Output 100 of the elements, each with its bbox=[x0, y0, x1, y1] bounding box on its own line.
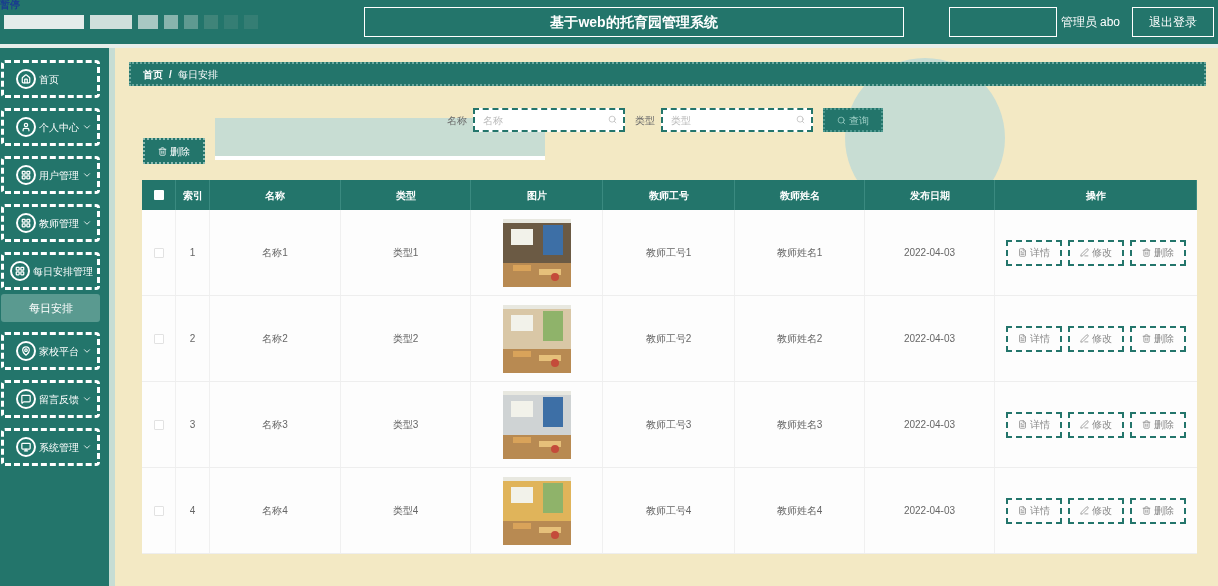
search-field[interactable]: 名称 bbox=[473, 108, 625, 132]
trash-icon bbox=[158, 146, 167, 156]
search-icon bbox=[796, 115, 805, 124]
chevron-icon bbox=[82, 218, 92, 228]
document-icon bbox=[1018, 248, 1027, 257]
row-checkbox[interactable] bbox=[153, 247, 164, 258]
menu-icon bbox=[16, 389, 36, 409]
breadcrumb-separator: / bbox=[169, 67, 172, 82]
trash-icon bbox=[1142, 248, 1151, 257]
row-checkbox[interactable] bbox=[153, 419, 164, 430]
sidebar-subitem[interactable]: 每日安排 bbox=[1, 294, 100, 322]
table-cell-text: 教师姓名3 bbox=[776, 418, 823, 432]
delete-button[interactable]: 删除 bbox=[143, 138, 205, 164]
table-cell-text: 2 bbox=[189, 332, 196, 346]
table-cell-text: 名称4 bbox=[262, 504, 288, 518]
action-button[interactable]: 详情 bbox=[1006, 411, 1062, 438]
table-cell-text: 教师姓名2 bbox=[776, 332, 823, 346]
row-checkbox[interactable] bbox=[153, 333, 164, 344]
breadcrumb-link[interactable]: 首页 bbox=[143, 66, 163, 82]
chevron-icon bbox=[82, 442, 92, 452]
breadcrumb-link[interactable]: 每日安排 bbox=[177, 66, 218, 82]
action-button[interactable]: 修改 bbox=[1068, 411, 1124, 438]
trash-icon bbox=[1142, 506, 1151, 515]
action-button[interactable]: 删除 bbox=[1130, 497, 1186, 524]
bar-placeholder bbox=[138, 15, 158, 29]
menu-icon bbox=[16, 69, 36, 89]
menu-icon bbox=[16, 341, 36, 361]
logout-button[interactable]: 退出登录 bbox=[1132, 7, 1214, 37]
user-label: 管理员 abo bbox=[1060, 14, 1120, 31]
table-cell-text: 名称2 bbox=[262, 332, 288, 346]
table-cell-text: 2022-04-03 bbox=[903, 418, 956, 432]
pen-icon bbox=[1080, 506, 1089, 515]
chevron-icon bbox=[82, 394, 92, 404]
trash-icon bbox=[1142, 420, 1151, 429]
action-button[interactable]: 删除 bbox=[1130, 411, 1186, 438]
sidebar-item[interactable]: 用户管理 bbox=[1, 156, 100, 194]
table-cell-text: 2022-04-03 bbox=[903, 504, 956, 518]
sidebar-item[interactable]: 首页 bbox=[1, 60, 100, 98]
chevron-icon bbox=[82, 122, 92, 132]
action-button[interactable]: 删除 bbox=[1130, 325, 1186, 352]
table-cell-text: 1 bbox=[189, 246, 196, 260]
menu-icon bbox=[16, 117, 36, 137]
document-icon bbox=[1018, 506, 1027, 515]
action-button[interactable]: 修改 bbox=[1068, 497, 1124, 524]
column-header: 教师工号 bbox=[603, 180, 735, 210]
bar-placeholder bbox=[90, 15, 132, 29]
chevron-icon bbox=[82, 346, 92, 356]
field-label: 名称 bbox=[447, 113, 467, 128]
bar-placeholder bbox=[164, 15, 178, 29]
table-cell-text: 教师姓名1 bbox=[776, 246, 823, 260]
menu-icon bbox=[16, 437, 36, 457]
action-button[interactable]: 详情 bbox=[1006, 325, 1062, 352]
table-cell-text: 类型1 bbox=[392, 246, 419, 260]
table-cell-text: 教师工号2 bbox=[645, 332, 692, 346]
field-label: 类型 bbox=[635, 113, 655, 128]
table-cell-text: 类型2 bbox=[392, 332, 419, 346]
menu-icon bbox=[10, 261, 30, 281]
sidebar-item[interactable]: 家校平台 bbox=[1, 332, 100, 370]
table-cell-text: 教师工号1 bbox=[645, 246, 692, 260]
action-button[interactable]: 详情 bbox=[1006, 497, 1062, 524]
action-button[interactable]: 修改 bbox=[1068, 325, 1124, 352]
sidebar-item[interactable]: 个人中心 bbox=[1, 108, 100, 146]
column-header: 类型 bbox=[341, 180, 471, 210]
chevron-icon bbox=[82, 170, 92, 180]
table-cell-text: 3 bbox=[189, 418, 196, 432]
document-icon bbox=[1018, 334, 1027, 343]
sidebar-item[interactable]: 教师管理 bbox=[1, 204, 100, 242]
column-header: 操作 bbox=[995, 180, 1197, 210]
trash-icon bbox=[1142, 334, 1151, 343]
action-button[interactable]: 删除 bbox=[1130, 239, 1186, 266]
table-cell-text: 名称3 bbox=[262, 418, 288, 432]
table-cell-text: 2022-04-03 bbox=[903, 246, 956, 260]
table-cell-text: 4 bbox=[189, 504, 196, 518]
table-cell-text: 类型3 bbox=[392, 418, 419, 432]
document-icon bbox=[1018, 420, 1027, 429]
pen-icon bbox=[1080, 420, 1089, 429]
action-button[interactable]: 详情 bbox=[1006, 239, 1062, 266]
table-cell-text: 名称1 bbox=[262, 246, 288, 260]
search-icon bbox=[837, 115, 846, 125]
column-header: 发布日期 bbox=[865, 180, 995, 210]
sidebar-item[interactable]: 留言反馈 bbox=[1, 380, 100, 418]
pen-icon bbox=[1080, 248, 1089, 257]
pen-icon bbox=[1080, 334, 1089, 343]
select-all-checkbox[interactable] bbox=[153, 190, 164, 200]
sidebar-item[interactable]: 每日安排管理 bbox=[1, 252, 100, 290]
search-icon bbox=[608, 115, 617, 124]
sidebar-item[interactable]: 系统管理 bbox=[1, 428, 100, 466]
menu-icon bbox=[16, 165, 36, 185]
search-button[interactable]: 查询 bbox=[823, 108, 883, 132]
table-cell-text: 教师姓名4 bbox=[776, 504, 823, 518]
column-header: 名称 bbox=[210, 180, 341, 210]
table-cell-text: 2022-04-03 bbox=[903, 332, 956, 346]
action-button[interactable]: 修改 bbox=[1068, 239, 1124, 266]
table-cell-text: 教师工号4 bbox=[645, 504, 692, 518]
bar-placeholder bbox=[204, 15, 218, 29]
table-cell-text: 类型4 bbox=[392, 504, 419, 518]
window-title: 基于web的托育园管理系统 bbox=[364, 7, 904, 37]
column-header: 图片 bbox=[471, 180, 603, 210]
row-checkbox[interactable] bbox=[153, 505, 164, 516]
overlay-label: 暂停 bbox=[0, 0, 20, 10]
